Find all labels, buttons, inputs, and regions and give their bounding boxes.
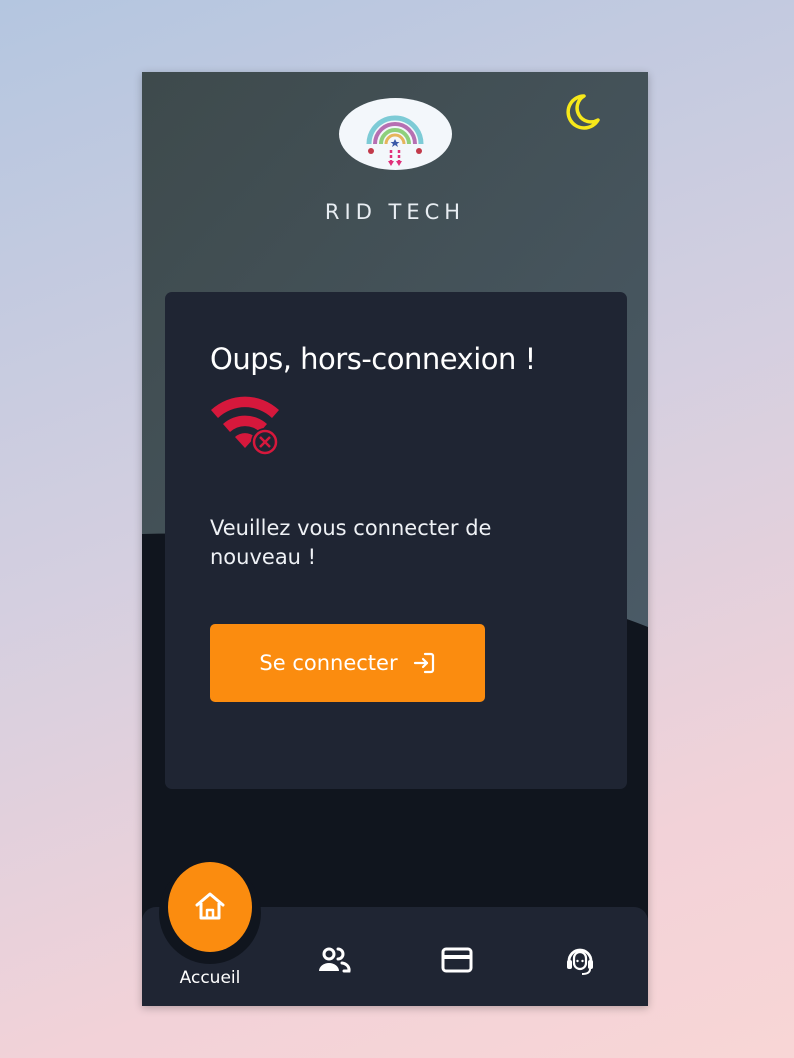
moon-icon[interactable] <box>560 90 604 134</box>
connect-button[interactable]: Se connecter <box>210 624 485 702</box>
connect-button-label: Se connecter <box>259 651 398 675</box>
offline-message: Veuillez vous connecter de nouveau ! <box>210 516 492 569</box>
nav-home-button[interactable] <box>168 862 252 952</box>
nav-users-button[interactable] <box>312 942 356 978</box>
offline-title: Oups, hors-connexion ! <box>210 342 536 376</box>
nav-card-button[interactable] <box>435 942 479 978</box>
wifi-off-icon <box>209 390 283 460</box>
nav-support-button[interactable] <box>558 942 602 978</box>
rid-tech-logo <box>339 98 452 170</box>
support-headset-icon <box>567 948 593 975</box>
brand-name: RID TECH <box>324 200 466 224</box>
login-icon <box>413 652 434 674</box>
offline-card: Oups, hors-connexion ! Veuillez vous con… <box>165 292 627 789</box>
home-icon <box>195 892 225 920</box>
nav-home-label: Accueil <box>179 968 241 988</box>
credit-card-icon <box>441 947 473 973</box>
app-screen: RID TECH Oups, hors-connexion ! Veuillez… <box>142 72 648 1006</box>
app-header: RID TECH <box>142 72 648 272</box>
users-icon <box>319 947 351 973</box>
